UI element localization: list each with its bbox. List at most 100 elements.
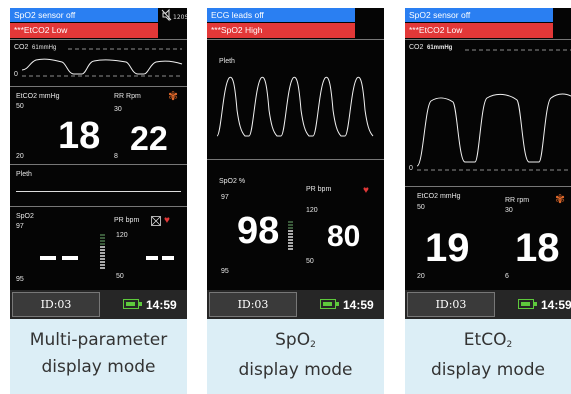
- mode-caption: SpO2 display mode: [207, 319, 384, 394]
- panel-spo2: ECG leads off ***SpO2 High Pleth SpO2 % …: [207, 0, 384, 394]
- alarm-bar-blue[interactable]: SpO2 sensor off: [405, 8, 553, 22]
- alarm-text-blue: ECG leads off: [211, 10, 264, 20]
- etco2-low-limit: 20: [417, 273, 425, 280]
- device-id-button[interactable]: ID:03: [209, 292, 297, 317]
- caption-line-1-text: EtCO: [463, 330, 507, 350]
- rr-label: RR rpm: [505, 197, 530, 204]
- etco2-high-limit: 50: [417, 204, 425, 211]
- spo2-value-dash: [40, 256, 56, 260]
- pr-low-limit: 50: [306, 258, 314, 265]
- pleth-flatline: [16, 191, 181, 192]
- spo2-label: SpO2: [16, 213, 34, 220]
- caption-line-2: display mode: [41, 357, 156, 377]
- panel-etco2: SpO2 sensor off ***EtCO2 Low CO2 61mmHg …: [405, 0, 571, 394]
- rr-value: 18: [515, 226, 560, 270]
- heart-icon: ♥: [363, 185, 369, 196]
- divider: [10, 206, 187, 207]
- pr-label: PR bpm: [306, 186, 332, 193]
- alarm-text-red: ***EtCO2 Low: [14, 25, 68, 35]
- alarm-bar-red[interactable]: ***EtCO2 Low: [405, 23, 553, 38]
- spo2-low-limit: 95: [16, 276, 24, 283]
- mode-caption: EtCO2 display mode: [405, 319, 571, 394]
- mode-caption: Multi-parameter display mode: [10, 319, 187, 394]
- battery-icon: [320, 299, 339, 309]
- device-id-button[interactable]: ID:03: [12, 292, 100, 317]
- spo2-value-dash: [62, 256, 78, 260]
- pr-label: PR bpm: [114, 217, 140, 224]
- caption-line-1: Multi-parameter: [29, 330, 168, 350]
- panel-multi-parameter: SpO2 sensor off 120S ***EtCO2 Low CO2 61…: [10, 0, 187, 394]
- etco2-label: EtCO2 mmHg: [417, 193, 461, 200]
- divider: [405, 39, 571, 40]
- divider: [10, 39, 187, 40]
- etco2-value: 19: [425, 226, 470, 270]
- etco2-low-limit: 20: [16, 153, 24, 160]
- device-id: ID:03: [40, 298, 72, 311]
- caption-line-1: SpO2: [207, 327, 384, 357]
- alarm-mute-icon[interactable]: 120S: [161, 8, 187, 22]
- divider: [207, 39, 384, 40]
- heart-icon: ♥: [164, 215, 170, 226]
- spo2-high-limit: 97: [221, 194, 229, 201]
- rr-label: RR Rpm: [114, 93, 141, 100]
- spo2-label: SpO2 %: [219, 178, 246, 185]
- alarm-bar-red[interactable]: ***SpO2 High: [207, 23, 355, 38]
- etco2-high-limit: 50: [16, 103, 24, 110]
- pr-high-limit: 120: [116, 232, 128, 239]
- divider: [405, 186, 571, 187]
- caption-subscript: 2: [310, 340, 316, 350]
- caption-line-2: display mode: [238, 360, 353, 380]
- alarm-text-red: ***EtCO2 Low: [409, 25, 463, 35]
- co2-waveform: [416, 49, 571, 171]
- device-id: ID:03: [237, 298, 269, 311]
- spo2-high-limit: 97: [16, 223, 24, 230]
- alarm-bar-blue[interactable]: ECG leads off: [207, 8, 355, 22]
- etco2-label: EtCO2 mmHg: [16, 93, 60, 100]
- device-id: ID:03: [435, 298, 467, 311]
- alarm-bar-blue[interactable]: SpO2 sensor off: [10, 8, 158, 22]
- rr-high-limit: 30: [505, 207, 513, 214]
- alarm-text-blue: SpO2 sensor off: [14, 10, 76, 20]
- etco2-value: 18: [58, 115, 101, 157]
- pr-value-dash: [146, 256, 158, 260]
- monitor-screen-etco2: SpO2 sensor off ***EtCO2 Low CO2 61mmHg …: [405, 8, 571, 319]
- monitor-screen-spo2: ECG leads off ***SpO2 High Pleth SpO2 % …: [207, 8, 384, 319]
- divider: [207, 159, 384, 160]
- device-id-button[interactable]: ID:03: [407, 292, 495, 317]
- clock-time: 14:59: [146, 298, 177, 312]
- rr-low-limit: 6: [505, 273, 509, 280]
- pr-value-dash: [162, 256, 174, 260]
- pleth-label: Pleth: [219, 58, 235, 65]
- co2-waveform: [21, 48, 183, 77]
- rr-high-limit: 30: [114, 106, 122, 113]
- rr-value: 22: [130, 120, 168, 158]
- perfusion-bar-graph: [100, 234, 105, 270]
- alarm-mute-icon: [151, 216, 161, 226]
- battery-icon: [518, 299, 537, 309]
- status-footer: ID:03 14:59: [10, 290, 187, 319]
- lung-icon: ✾: [168, 89, 179, 103]
- divider: [10, 86, 187, 87]
- caption-subscript: 2: [506, 340, 513, 350]
- status-footer: ID:03 14:59: [207, 290, 384, 319]
- clock-time: 14:59: [541, 298, 571, 312]
- caption-line-1: EtCO2: [405, 327, 571, 357]
- caption-line-2: display mode: [431, 360, 545, 380]
- caption-line-1-text: SpO: [275, 330, 311, 350]
- clock-time: 14:59: [343, 298, 374, 312]
- status-footer: ID:03 14:59: [405, 290, 571, 319]
- battery-icon: [123, 299, 142, 309]
- pleth-waveform: [216, 76, 374, 137]
- spo2-value: 98: [237, 210, 280, 252]
- divider: [10, 164, 187, 165]
- spo2-low-limit: 95: [221, 268, 229, 275]
- svg-text:120S: 120S: [173, 14, 187, 21]
- pr-high-limit: 120: [306, 207, 318, 214]
- pr-value: 80: [327, 220, 361, 253]
- alarm-bar-red[interactable]: ***EtCO2 Low: [10, 23, 158, 38]
- alarm-text-blue: SpO2 sensor off: [409, 10, 471, 20]
- perfusion-bar-graph: [288, 221, 293, 251]
- lung-icon: ✾: [555, 192, 566, 206]
- pr-low-limit: 50: [116, 273, 124, 280]
- monitor-screen-multi: SpO2 sensor off 120S ***EtCO2 Low CO2 61…: [10, 8, 187, 319]
